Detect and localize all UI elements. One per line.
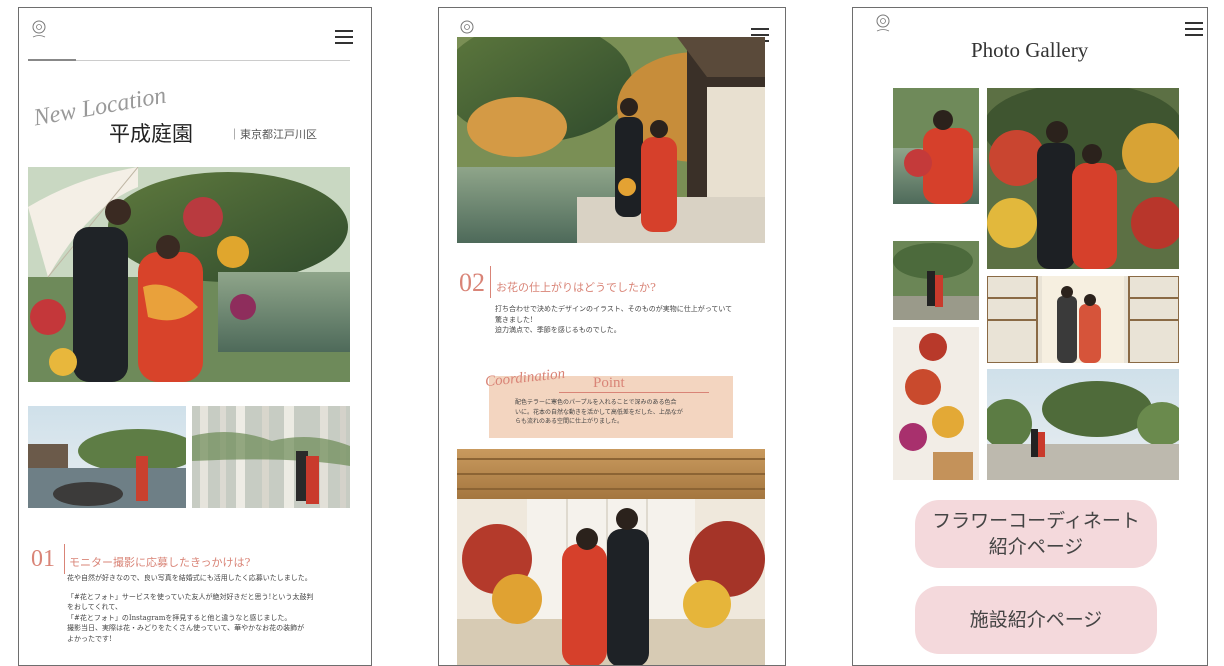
gallery-photo-garden-landscape[interactable] xyxy=(987,369,1179,480)
point-text: 配色テラーに寒色のパープルを入れることで深みのある色合 いに。花本の自然な動きを… xyxy=(515,399,683,425)
flower-coordinate-page-button[interactable]: フラワーコーディネート 紹介ページ xyxy=(915,500,1157,568)
venue-name: 平成庭園 xyxy=(109,122,193,146)
couple-umbrella-photo xyxy=(28,167,350,382)
question-number: 02 xyxy=(459,268,485,297)
question-number: 01 xyxy=(31,546,55,572)
bamboo-grove-photo xyxy=(192,406,350,508)
gallery-photo-couple-flowers[interactable] xyxy=(987,88,1179,269)
screen-photo-gallery: Photo Gallery フラワーコーディネート 紹介ページ 施設紹介ページ xyxy=(852,7,1208,666)
answer-text: 打ち合わせで決めたデザインのイラスト、そのものが実物に仕上がっていて 驚きました… xyxy=(495,305,733,334)
point-script: Coordination xyxy=(484,365,566,391)
gallery-photo-flower-arrangement[interactable] xyxy=(893,327,979,480)
venue-area: ｜東京都江戸川区 xyxy=(229,128,317,141)
divider xyxy=(559,392,709,393)
gallery-title: Photo Gallery xyxy=(971,38,1089,62)
floral-logo-icon[interactable] xyxy=(873,12,893,36)
hamburger-menu-icon[interactable] xyxy=(1185,22,1203,36)
garden-pond-photo xyxy=(28,406,186,508)
screen-venue-intro: New Location 平成庭園 ｜東京都江戸川区 01 モニター撮影に応募し… xyxy=(18,7,372,666)
facility-page-button[interactable]: 施設紹介ページ xyxy=(915,586,1157,654)
floral-logo-icon[interactable] xyxy=(29,18,49,42)
gallery-photo-garden-path[interactable] xyxy=(893,241,979,320)
question-title: モニター撮影に応募したきっかけは? xyxy=(69,556,251,569)
couple-flower-room-photo xyxy=(457,449,765,665)
couple-pond-photo xyxy=(457,37,765,243)
coordination-point-box: Coordination Point 配色テラーに寒色のパープルを入れることで深… xyxy=(484,366,733,438)
screen-interview: 02 お花の仕上がりはどうでしたか? 打ち合わせで決めたデザインのイラスト、その… xyxy=(438,7,786,666)
question-title: お花の仕上がりはどうでしたか? xyxy=(496,281,656,294)
gallery-photo-shoji-doorway[interactable] xyxy=(987,276,1179,363)
progress-indicator xyxy=(28,59,76,61)
divider xyxy=(64,544,65,574)
divider xyxy=(490,266,491,298)
point-title: Point xyxy=(593,375,625,391)
hamburger-menu-icon[interactable] xyxy=(335,30,353,44)
answer-text: 花や自然が好きなので、良い写真を結婚式にも活用したく応募いたしました。 「#花と… xyxy=(67,574,314,643)
gallery-photo-bride-portrait[interactable] xyxy=(893,88,979,204)
progress-track xyxy=(28,60,350,61)
